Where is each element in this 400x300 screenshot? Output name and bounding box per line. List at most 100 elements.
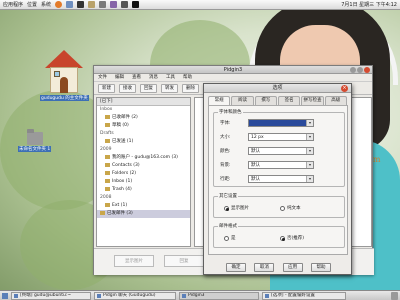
help-button[interactable]: 帮助 [310,263,331,272]
editor-launcher-icon[interactable] [99,1,107,8]
close-icon[interactable] [364,67,370,73]
maximize-icon[interactable] [357,67,363,73]
menu-places[interactable]: 位置 [27,1,37,8]
tab-advanced[interactable]: 高级 [324,96,347,105]
folder-icon [100,210,105,215]
folder-icon [105,122,110,127]
folder-desktop-icon[interactable]: 未命名文件夹 1 [18,129,52,152]
menu-applications[interactable]: 应用程序 [3,1,23,8]
menu-help[interactable]: 帮助 [183,74,192,81]
folder-item[interactable]: 草稿 (0) [97,122,190,130]
folder-item[interactable]: Trash (4) [97,186,190,194]
cancel-button[interactable]: 取消 [254,263,275,272]
size-combo[interactable]: 12 px ▾ [248,133,314,141]
folder-item[interactable]: 已收邮件 (2) [97,114,190,122]
dialog-titlebar[interactable]: 选项 × [204,84,351,93]
home-folder-desktop-icon[interactable]: gudugudu 的主文件夹 [40,50,89,101]
radio-dot-icon [280,205,285,211]
background-combo[interactable]: 默认 ▾ [248,161,314,169]
home-icon [45,50,84,94]
menu-system[interactable]: 系统 [41,1,51,8]
taskbar-item-terminal[interactable]: [终端] gudu@ubuntu:~ [11,291,91,300]
folder-tree-header: [已下] [97,98,190,106]
preview-reply-button[interactable]: 回复 [164,255,204,267]
tab-general[interactable]: 常规 [208,96,231,105]
folder-icon [105,154,110,159]
mail-format-legend: 邮件格式 [218,223,238,229]
forward-button[interactable]: 转发 [161,84,178,93]
chevron-down-icon: ▾ [306,148,313,154]
dialog-title: 选项 [272,85,283,91]
background-row: 背景: 默认 ▾ [220,161,314,169]
tab-signature[interactable]: 签名 [277,96,301,105]
trash-icon[interactable] [391,291,398,300]
font-combo[interactable]: ▾ [248,119,314,127]
files-launcher-icon[interactable] [88,1,96,8]
other-settings-group: 其它设置 显示图片 纯文本 [213,193,345,218]
folder-group[interactable]: 2009 [97,146,190,154]
fonts-group-legend: 字体和颜色 [218,109,243,115]
terminal-icon [14,293,18,298]
show-images-button[interactable]: 显示图片 [114,255,154,267]
taskbar-item-options[interactable]: [选项] - 配置偏好设置 [262,291,346,300]
reply-button[interactable]: 回复 [140,84,157,93]
format-yes-radio[interactable]: 是 [224,235,236,241]
mail-launcher-icon[interactable] [66,1,74,8]
menu-edit[interactable]: 编辑 [115,74,124,81]
folder-item-selected[interactable]: 已发邮件 (3) [97,210,190,218]
folder-item[interactable]: Folders (2) [97,170,190,178]
folder-icon [26,129,43,145]
ok-button[interactable]: 确定 [226,263,246,272]
format-no-radio[interactable]: 否(推荐) [280,235,304,241]
show-desktop-icon[interactable] [2,292,8,299]
menu-file[interactable]: 文件 [98,74,107,81]
mail-format-group: 邮件格式 是 否(推荐) [213,223,345,248]
folder-tree[interactable]: [已下] Inbox 已收邮件 (2) 草稿 (0) Drafts 已发送 (1… [96,97,191,247]
folder-group[interactable]: 2008 [97,194,190,202]
chevron-down-icon: ▾ [306,162,313,168]
receive-button[interactable]: 接收 [119,84,136,93]
folder-item[interactable]: 我的账户 - gudu@163.com (3) [97,154,190,162]
menu-message[interactable]: 消息 [149,74,158,81]
settings-launcher-icon[interactable] [121,1,129,8]
dialog-close-icon[interactable]: × [341,85,348,92]
folder-group[interactable]: Drafts [97,130,190,138]
spacing-row: 行距: 默认 ▾ [220,175,314,183]
mail-window-titlebar[interactable]: Pidgin3 [94,66,372,74]
taskbar-item-pidgin3[interactable]: Pidgin3 [179,291,259,300]
firefox-launcher-icon[interactable] [55,1,63,8]
folder-item[interactable]: 已发送 (1) [97,138,190,146]
spacing-combo[interactable]: 默认 ▾ [248,175,314,183]
tab-compose[interactable]: 撰写 [254,96,277,105]
delete-button[interactable]: 删除 [182,84,199,93]
menu-tools[interactable]: 工具 [166,74,175,81]
folder-icon [105,202,110,207]
media-launcher-icon[interactable] [132,1,140,8]
options-dialog: 选项 × 常规 阅读 撰写 签名 拼写检查 高级 字体和颜色 字体: ▾ 大小:… [203,83,352,275]
taskbar-item-pidgin-chat[interactable]: Pidgin 聊天 (Gudugudu) [94,291,176,300]
font-label: 字体: [220,121,231,126]
folder-item[interactable]: Ext (1) [97,202,190,210]
radio-dot-icon [224,235,229,241]
radio-dot-icon [224,205,229,211]
tab-reading[interactable]: 阅读 [231,96,254,105]
minimize-icon[interactable] [350,67,356,73]
show-images-radio[interactable]: 显示图片 [224,205,249,211]
apply-button[interactable]: 应用 [282,263,303,272]
menu-view[interactable]: 查看 [132,74,141,81]
size-label: 大小: [220,135,231,140]
folder-item[interactable]: Inbox (1) [97,178,190,186]
bottom-taskbar: [终端] gudu@ubuntu:~ Pidgin 聊天 (Gudugudu) … [0,290,400,300]
tab-spellcheck[interactable]: 拼写检查 [301,96,324,105]
terminal-launcher-icon[interactable] [77,1,85,8]
folder-group[interactable]: Inbox [97,106,190,114]
new-button[interactable]: 新建 [98,84,115,93]
spacing-label: 行距: [220,177,231,182]
color-combo[interactable]: 默认 ▾ [248,147,314,155]
chevron-down-icon: ▾ [306,120,313,126]
panel-clock[interactable]: 7月1日 星期三 下午4:12 [341,1,397,8]
plain-text-radio[interactable]: 纯文本 [280,205,301,211]
pidgin-launcher-icon[interactable] [110,1,118,8]
folder-item[interactable]: Contacts (3) [97,162,190,170]
dialog-tabs: 常规 阅读 撰写 签名 拼写检查 高级 [204,93,351,105]
